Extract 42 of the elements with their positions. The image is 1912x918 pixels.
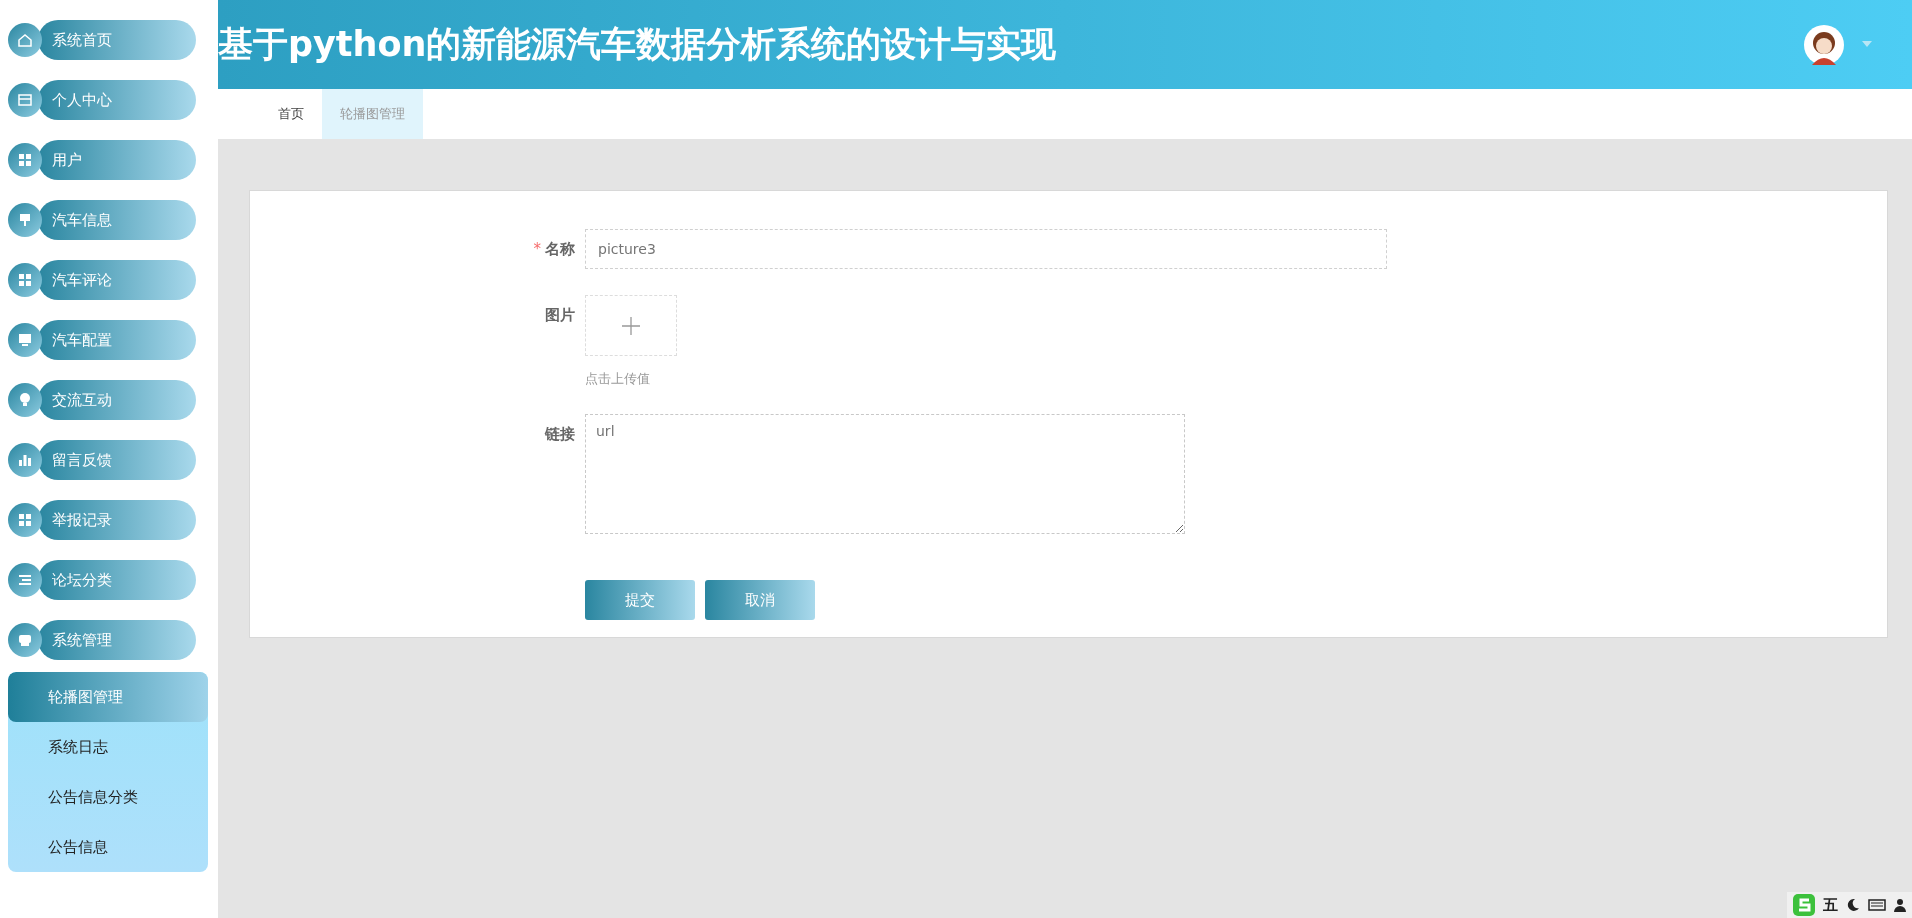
submenu-item[interactable]: 系统日志 (8, 722, 208, 772)
submenu-item[interactable]: 公告信息 (8, 822, 208, 872)
submenu-item[interactable]: 轮播图管理 (8, 672, 208, 722)
sidebar-item[interactable]: 论坛分类 (38, 560, 196, 600)
keyboard-icon (1868, 899, 1886, 911)
sidebar-item[interactable]: 系统管理 (38, 620, 196, 660)
sidebar-item[interactable]: 汽车评论 (38, 260, 196, 300)
grid-icon (16, 511, 34, 529)
caret-icon[interactable] (1862, 40, 1872, 49)
upload-hint: 点击上传值 (585, 370, 651, 388)
person-icon (1894, 898, 1906, 912)
sidebar-item[interactable]: 举报记录 (38, 500, 196, 540)
grid-icon (16, 271, 34, 289)
app-title: 基于python的新能源汽车数据分析系统的设计与实现 (218, 23, 1057, 66)
sidebar-item[interactable]: 个人中心 (38, 80, 196, 120)
name-field[interactable]: picture3 (585, 229, 1387, 269)
monitor-icon (16, 331, 34, 349)
breadcrumb-tab[interactable]: 首页 (260, 89, 322, 139)
field-label: 图片 (545, 305, 575, 326)
field-label: 名称 (545, 239, 575, 260)
avatar-icon[interactable] (1804, 24, 1844, 65)
upload-box[interactable] (585, 295, 677, 356)
sidebar-item[interactable]: 用户 (38, 140, 196, 180)
cancel-button[interactable]: 取消 (705, 580, 815, 620)
breadcrumb-tab[interactable]: 轮播图管理 (322, 89, 423, 139)
plus-icon (621, 315, 641, 336)
sidebar-item[interactable]: 汽车配置 (38, 320, 196, 360)
card-icon (16, 91, 34, 109)
sidebar-item[interactable]: 留言反馈 (38, 440, 196, 480)
required-mark: * (533, 239, 541, 260)
moon-icon (1846, 898, 1860, 912)
field-label: 链接 (545, 424, 575, 445)
sidebar-item[interactable]: 交流互动 (38, 380, 196, 420)
ime-logo-icon (1793, 894, 1815, 916)
submenu-item[interactable]: 公告信息分类 (8, 772, 208, 822)
home-icon (16, 31, 34, 49)
sidebar-item[interactable]: 汽车信息 (38, 200, 196, 240)
grid-icon (16, 151, 34, 169)
ime-mode-label: 五 (1823, 895, 1838, 915)
link-field[interactable]: url (585, 414, 1185, 534)
sidebar-item[interactable]: 系统首页 (38, 20, 196, 60)
submit-button[interactable]: 提交 (585, 580, 695, 620)
